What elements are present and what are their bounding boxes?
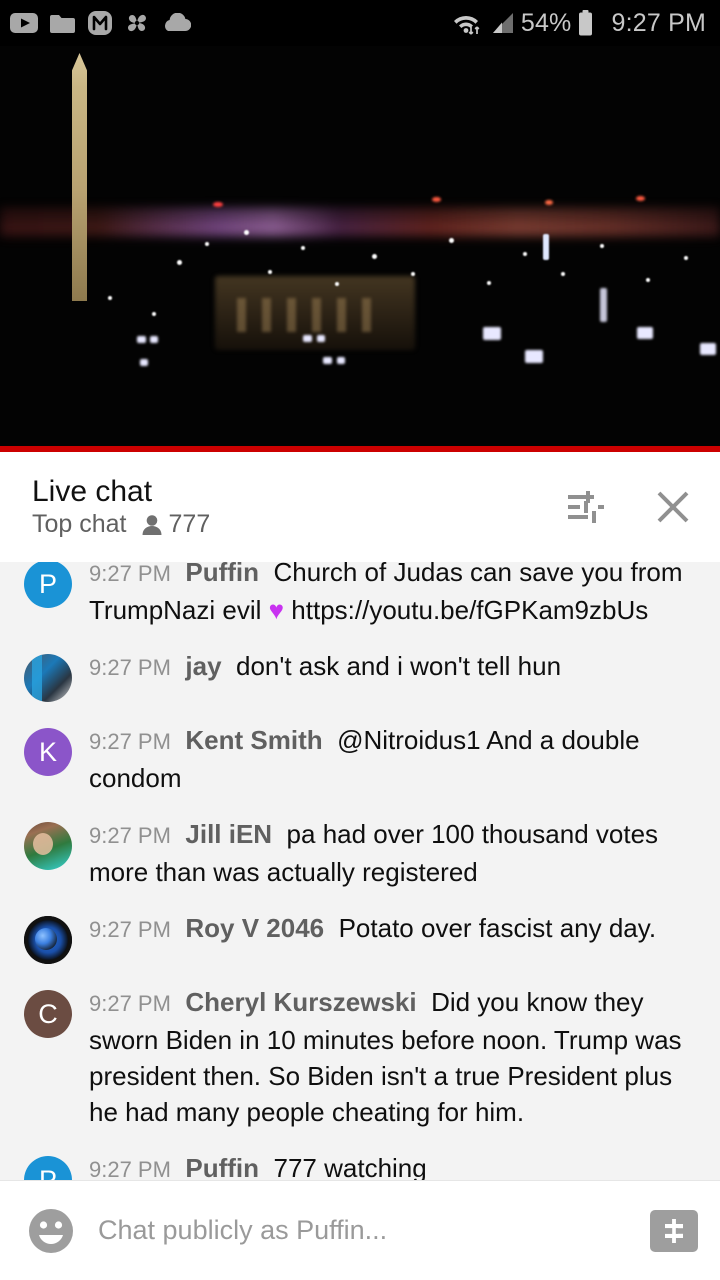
chat-message[interactable]: 9:27 PM Jill iEN pa had over 100 thousan…: [0, 806, 720, 900]
chat-subheader-row: Top chat 777: [32, 512, 210, 537]
avatar-letter: P: [38, 568, 57, 599]
message-author[interactable]: Puffin: [185, 1153, 259, 1180]
chat-message[interactable]: P 9:27 PM Puffin 777 watching: [0, 1140, 720, 1180]
message-link[interactable]: https://youtu.be/fGPKam9zbUs: [284, 595, 648, 625]
close-chat-button[interactable]: [652, 486, 694, 528]
video-frame-washington-dc-night: [0, 46, 720, 452]
chat-message[interactable]: P 9:27 PM Puffin Church of Judas can sav…: [0, 562, 720, 638]
chat-input-bar: [0, 1180, 720, 1280]
message-timestamp: 9:27 PM: [89, 729, 171, 754]
purple-heart-emoji: ♥: [268, 595, 285, 625]
chat-message[interactable]: 9:27 PM jay don't ask and i won't tell h…: [0, 638, 720, 712]
youtube-icon: [10, 13, 38, 33]
battery-percent-label: 54%: [520, 8, 572, 37]
page-title: Live chat: [32, 475, 153, 508]
avatar[interactable]: [24, 654, 72, 702]
pinwheel-icon: [128, 14, 146, 32]
chat-message[interactable]: 9:27 PM Roy V 2046 Potato over fascist a…: [0, 900, 720, 974]
viewer-count-group: 777: [141, 510, 211, 538]
washington-monument: [72, 53, 87, 301]
avatar[interactable]: C: [24, 990, 72, 1038]
chat-header-actions: [564, 486, 694, 528]
chat-message-body: 9:27 PM Puffin 777 watching: [89, 1150, 427, 1180]
message-timestamp: 9:27 PM: [89, 1157, 171, 1180]
dollar-sign-icon: [665, 1218, 683, 1243]
chat-message[interactable]: C 9:27 PM Cheryl Kurszewski Did you know…: [0, 974, 720, 1140]
message-timestamp: 9:27 PM: [89, 562, 171, 586]
avatar[interactable]: K: [24, 728, 72, 776]
message-timestamp: 9:27 PM: [89, 823, 171, 848]
viewer-count-label: 777: [168, 510, 211, 538]
chat-mode-label[interactable]: Top chat: [32, 512, 127, 537]
status-bar-clock: 9:27 PM: [611, 8, 706, 37]
wifi-transfer-icon: [453, 16, 480, 35]
chat-message-list[interactable]: P 9:27 PM Puffin Church of Judas can sav…: [0, 562, 720, 1180]
avatar[interactable]: [24, 822, 72, 870]
message-author[interactable]: Jill iEN: [185, 819, 272, 849]
avatar[interactable]: P: [24, 562, 72, 608]
status-bar-system-icons: 54% 9:27 PM: [450, 9, 706, 38]
chat-input-field[interactable]: [98, 1215, 650, 1246]
message-timestamp: 9:27 PM: [89, 991, 171, 1016]
cellular-signal-icon: [492, 13, 513, 33]
tune-sliders-icon: [568, 491, 604, 523]
person-icon: [142, 514, 162, 535]
emoji-smiley-icon: [29, 1208, 73, 1253]
avatar-letter: C: [38, 998, 58, 1029]
cloud-icon: [165, 13, 191, 32]
m-circle-icon: [88, 11, 112, 35]
message-text: pa had over 100 thousand votes more than…: [89, 819, 659, 887]
live-chat-header: Live chat Top chat 777: [0, 452, 720, 562]
chat-message-body: 9:27 PM Roy V 2046 Potato over fascist a…: [89, 910, 656, 948]
close-icon: [657, 491, 689, 523]
super-chat-button[interactable]: [650, 1209, 698, 1252]
chat-message-body: 9:27 PM Kent Smith @Nitroidus1 And a dou…: [89, 722, 689, 796]
avatar-letter: P: [38, 1164, 57, 1181]
avatar[interactable]: P: [24, 1156, 72, 1180]
avatar[interactable]: [24, 916, 72, 964]
message-author[interactable]: Cheryl Kurszewski: [185, 987, 416, 1017]
chat-header-text: Live chat Top chat 777: [32, 477, 210, 537]
message-timestamp: 9:27 PM: [89, 917, 171, 942]
message-text: don't ask and i won't tell hun: [236, 651, 562, 681]
message-text: @Nitroidus1 And a double condom: [89, 725, 640, 793]
chat-settings-button[interactable]: [564, 487, 608, 527]
video-player[interactable]: [0, 46, 720, 452]
status-bar-notification-icons: [10, 10, 191, 36]
message-timestamp: 9:27 PM: [89, 655, 171, 680]
status-bar: 54% 9:27 PM: [0, 0, 720, 46]
chat-message[interactable]: K 9:27 PM Kent Smith @Nitroidus1 And a d…: [0, 712, 720, 806]
chat-message-body: 9:27 PM Cheryl Kurszewski Did you know t…: [89, 984, 689, 1130]
message-text: 777 watching: [273, 1153, 427, 1180]
chat-message-body: 9:27 PM Jill iEN pa had over 100 thousan…: [89, 816, 689, 890]
battery-icon: [579, 10, 593, 36]
chat-message-body: 9:27 PM Puffin Church of Judas can save …: [89, 562, 689, 628]
message-author[interactable]: Kent Smith: [185, 725, 322, 755]
message-text: Potato over fascist any day.: [338, 913, 657, 943]
avatar-letter: K: [38, 736, 57, 767]
message-author[interactable]: Puffin: [185, 562, 259, 587]
message-author[interactable]: jay: [185, 651, 221, 681]
chat-message-body: 9:27 PM jay don't ask and i won't tell h…: [89, 648, 561, 686]
emoji-picker-button[interactable]: [26, 1206, 76, 1256]
folder-icon: [50, 14, 75, 33]
message-author[interactable]: Roy V 2046: [185, 913, 324, 943]
